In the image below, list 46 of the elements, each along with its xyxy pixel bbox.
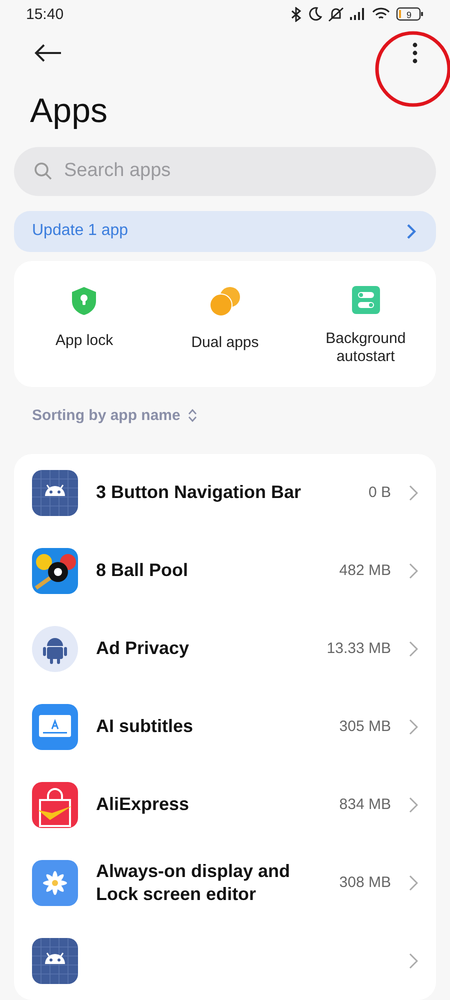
bluetooth-icon	[290, 6, 302, 22]
app-name: 8 Ball Pool	[96, 559, 190, 582]
shopping-bag-icon	[32, 782, 78, 828]
shortcut-item[interactable]: Background autostart	[295, 284, 436, 367]
app-name: Always-on display and Lock screen editor	[96, 860, 292, 906]
app-name: AI subtitles	[96, 715, 194, 738]
more-vertical-icon	[412, 42, 418, 64]
moon-icon	[308, 7, 322, 22]
billiard-balls-icon	[32, 548, 78, 594]
chevron-right-icon	[407, 224, 416, 239]
app-size: 13.33 MB	[326, 640, 391, 658]
muted-bell-icon	[328, 6, 344, 22]
chevron-right-icon	[409, 952, 418, 969]
subtitles-icon	[32, 704, 78, 750]
android-app-icon	[32, 938, 78, 984]
overlapping-circles-icon	[208, 286, 241, 318]
chevron-right-icon	[409, 796, 418, 813]
search-icon	[34, 162, 52, 180]
app-size: 308 MB	[339, 874, 391, 892]
app-size: 482 MB	[339, 562, 391, 580]
chevron-right-icon	[409, 562, 418, 579]
sort-arrows-icon	[188, 408, 198, 422]
app-name: 3 Button Navigation Bar	[96, 481, 302, 504]
chevron-right-icon	[409, 484, 418, 501]
app-size: 305 MB	[339, 718, 391, 736]
page-title: Apps	[30, 92, 108, 131]
signal-icon	[350, 8, 366, 20]
status-time: 15:40	[26, 6, 64, 23]
toggles-icon	[352, 286, 380, 314]
chevron-right-icon	[409, 718, 418, 735]
app-name: Ad Privacy	[96, 637, 190, 660]
app-size: 0 B	[368, 484, 391, 502]
battery-icon: 9	[396, 7, 424, 22]
flower-icon	[32, 860, 78, 906]
back-arrow-icon	[34, 44, 62, 62]
shortcut-item[interactable]: Dual apps	[154, 284, 296, 367]
search-field[interactable]: Search apps	[14, 146, 436, 196]
app-size: 834 MB	[339, 796, 391, 814]
chevron-right-icon	[409, 640, 418, 657]
wifi-icon	[372, 7, 390, 22]
shield-lock-icon	[71, 286, 98, 316]
android-app-icon	[32, 470, 78, 516]
app-name: AliExpress	[96, 793, 190, 816]
shortcut-item[interactable]: App lock	[14, 284, 155, 367]
android-robot-icon	[32, 626, 78, 672]
chevron-right-icon	[409, 874, 418, 891]
